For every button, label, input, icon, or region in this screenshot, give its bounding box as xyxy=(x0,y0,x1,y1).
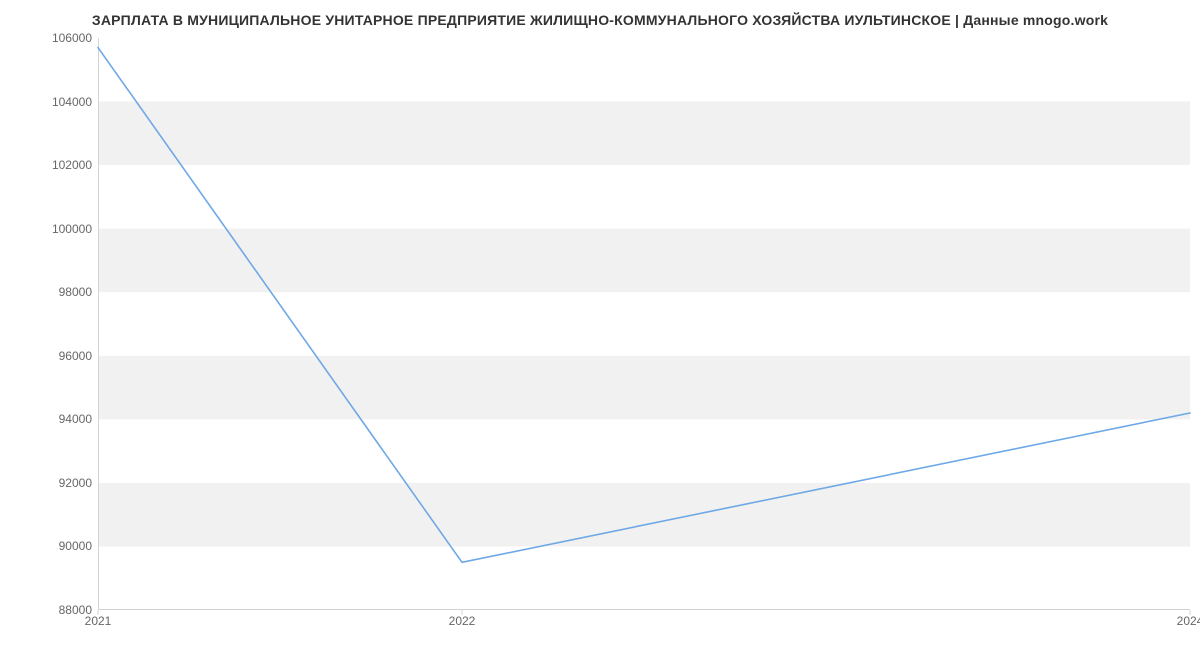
y-tick-label: 90000 xyxy=(0,539,92,553)
y-tick-label: 94000 xyxy=(0,412,92,426)
y-tick-label: 92000 xyxy=(0,476,92,490)
y-tick-label: 100000 xyxy=(0,222,92,236)
grid-band xyxy=(98,102,1190,166)
chart-container: ЗАРПЛАТА В МУНИЦИПАЛЬНОЕ УНИТАРНОЕ ПРЕДП… xyxy=(0,0,1200,650)
y-tick-label: 106000 xyxy=(0,31,92,45)
x-tick-label: 2024 xyxy=(1177,614,1200,628)
y-tick-label: 96000 xyxy=(0,349,92,363)
x-axis-ticks: 202120222024 xyxy=(98,614,1190,634)
y-tick-label: 102000 xyxy=(0,158,92,172)
grid-band xyxy=(98,356,1190,420)
grid-bands xyxy=(98,102,1190,547)
grid-band xyxy=(98,229,1190,293)
plot-svg xyxy=(98,38,1190,610)
grid-band xyxy=(98,483,1190,547)
y-tick-label: 88000 xyxy=(0,603,92,617)
plot-area xyxy=(98,38,1190,610)
y-tick-label: 98000 xyxy=(0,285,92,299)
x-tick-label: 2022 xyxy=(449,614,476,628)
y-axis-ticks: 8800090000920009400096000980001000001020… xyxy=(0,38,92,610)
chart-title: ЗАРПЛАТА В МУНИЦИПАЛЬНОЕ УНИТАРНОЕ ПРЕДП… xyxy=(0,12,1200,28)
x-tick-label: 2021 xyxy=(85,614,112,628)
y-tick-label: 104000 xyxy=(0,95,92,109)
